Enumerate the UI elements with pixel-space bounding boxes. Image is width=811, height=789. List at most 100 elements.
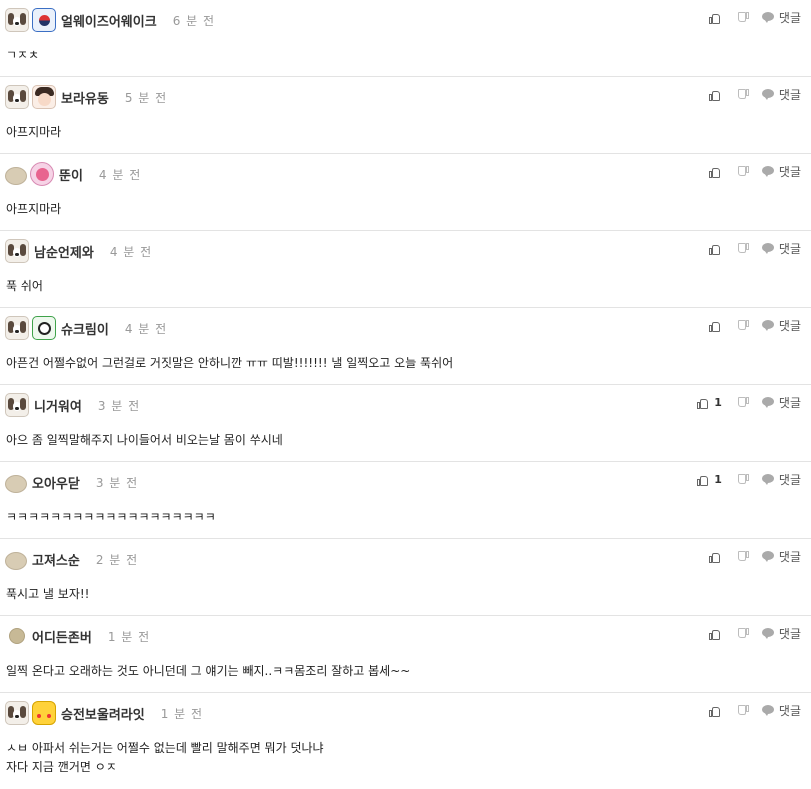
thumbs-down-icon[interactable] xyxy=(736,11,750,25)
nickname[interactable]: 보라유동 xyxy=(61,88,109,107)
comment-item: 오아우닫 3 분 전 ㅋㅋㅋㅋㅋㅋㅋㅋㅋㅋㅋㅋㅋㅋㅋㅋㅋㅋㅋ 1 댓글 xyxy=(0,462,811,539)
comment-actions: 댓글 xyxy=(708,548,801,565)
timestamp: 1 분 전 xyxy=(107,629,151,644)
level-badge xyxy=(5,8,29,32)
timestamp: 4 분 전 xyxy=(124,321,168,336)
reply-button[interactable]: 댓글 xyxy=(779,702,801,719)
thumbs-up-icon[interactable] xyxy=(696,473,710,487)
comment-text: 아픈건 어쩔수없어 그런걸로 거짓말은 안하니깐 ㅠㅠ 띠발!!!!!!! 낼 … xyxy=(6,356,454,370)
timestamp: 3 분 전 xyxy=(97,398,141,413)
level-badge xyxy=(5,85,29,109)
thumbs-up-icon[interactable] xyxy=(696,396,710,410)
comment-header: 남순언제와 4 분 전 xyxy=(5,238,152,264)
comment-item: 니거워여 3 분 전 아으 좀 일찍말해주지 나이들어서 비오는날 몸이 쑤시네… xyxy=(0,385,811,462)
comment-header: 어디든존버 1 분 전 xyxy=(5,623,150,649)
comment-actions: 댓글 xyxy=(708,86,801,103)
level-badge xyxy=(5,316,29,340)
comment-text: ㄱㅈㅊ xyxy=(6,48,40,62)
reply-button[interactable]: 댓글 xyxy=(779,317,801,334)
timestamp: 3 분 전 xyxy=(95,475,139,490)
comment-text: 아프지마라 xyxy=(6,125,62,139)
comment-actions: 댓글 xyxy=(708,702,801,719)
speech-bubble-icon[interactable] xyxy=(761,551,775,562)
thumbs-up-icon[interactable] xyxy=(708,11,722,25)
thumbs-down-icon[interactable] xyxy=(736,88,750,102)
nickname[interactable]: 남순언제와 xyxy=(34,242,94,261)
avatar xyxy=(32,8,56,32)
thumbs-down-icon[interactable] xyxy=(736,473,750,487)
comment-actions: 댓글 xyxy=(708,163,801,180)
reply-button[interactable]: 댓글 xyxy=(779,86,801,103)
timestamp: 1 분 전 xyxy=(160,706,204,721)
reply-button[interactable]: 댓글 xyxy=(779,9,801,26)
reply-button[interactable]: 댓글 xyxy=(779,394,801,411)
comment-item: 보라유동 5 분 전 아프지마라 댓글 xyxy=(0,77,811,154)
thumbs-up-icon[interactable] xyxy=(708,88,722,102)
nickname[interactable]: 슈크림이 xyxy=(61,319,109,338)
speech-bubble-icon[interactable] xyxy=(761,12,775,23)
avatar xyxy=(32,701,56,725)
comment-item: 뚠이 4 분 전 아프지마라 댓글 xyxy=(0,154,811,231)
reply-button[interactable]: 댓글 xyxy=(779,625,801,642)
comment-header: 보라유동 5 분 전 xyxy=(5,84,167,110)
thumbs-up-icon[interactable] xyxy=(708,627,722,641)
comment-text: 푹 쉬어 xyxy=(6,279,43,293)
thumbs-down-icon[interactable] xyxy=(736,704,750,718)
speech-bubble-icon[interactable] xyxy=(761,243,775,254)
speech-bubble-icon[interactable] xyxy=(761,628,775,639)
reply-button[interactable]: 댓글 xyxy=(779,548,801,565)
nickname[interactable]: 고져스순 xyxy=(32,550,80,569)
comment-text: 푹시고 낼 보자!! xyxy=(6,587,90,601)
comment-text: 아프지마라 xyxy=(6,202,62,216)
speech-bubble-icon[interactable] xyxy=(761,474,775,485)
comment-header: 뚠이 4 분 전 xyxy=(5,161,141,187)
comment-header: 얼웨이즈어웨이크 6 분 전 xyxy=(5,7,215,33)
like-count: 1 xyxy=(714,396,722,409)
timestamp: 4 분 전 xyxy=(109,244,153,259)
thumbs-down-icon[interactable] xyxy=(736,627,750,641)
nickname[interactable]: 뚠이 xyxy=(59,165,83,184)
nickname[interactable]: 니거워여 xyxy=(34,396,82,415)
nickname[interactable]: 오아우닫 xyxy=(32,473,80,492)
comment-item: 승전보울려라잇 1 분 전 ㅅㅂ 아파서 쉬는거는 어쩔수 없는데 빨리 말해주… xyxy=(0,693,811,783)
avatar xyxy=(32,316,56,340)
comment-item: 슈크림이 4 분 전 아픈건 어쩔수없어 그런걸로 거짓말은 안하니깐 ㅠㅠ 띠… xyxy=(0,308,811,385)
nickname[interactable]: 승전보울려라잇 xyxy=(61,704,145,723)
level-badge xyxy=(9,628,25,644)
nickname[interactable]: 얼웨이즈어웨이크 xyxy=(61,11,157,30)
comment-text: ㅋㅋㅋㅋㅋㅋㅋㅋㅋㅋㅋㅋㅋㅋㅋㅋㅋㅋㅋ xyxy=(6,510,216,524)
comment-actions: 댓글 xyxy=(708,317,801,334)
comment-list: 얼웨이즈어웨이크 6 분 전 ㄱㅈㅊ 댓글 보라유동 5 분 전 아프지마라 댓… xyxy=(0,0,811,783)
comment-header: 오아우닫 3 분 전 xyxy=(5,469,138,495)
thumbs-down-icon[interactable] xyxy=(736,319,750,333)
speech-bubble-icon[interactable] xyxy=(761,705,775,716)
comment-actions: 댓글 xyxy=(708,240,801,257)
speech-bubble-icon[interactable] xyxy=(761,166,775,177)
speech-bubble-icon[interactable] xyxy=(761,320,775,331)
speech-bubble-icon[interactable] xyxy=(761,397,775,408)
nickname[interactable]: 어디든존버 xyxy=(32,627,92,646)
reply-button[interactable]: 댓글 xyxy=(779,163,801,180)
comment-text: 아으 좀 일찍말해주지 나이들어서 비오는날 몸이 쑤시네 xyxy=(6,433,283,447)
thumbs-up-icon[interactable] xyxy=(708,242,722,256)
like-count: 1 xyxy=(714,473,722,486)
thumbs-down-icon[interactable] xyxy=(736,165,750,179)
comment-header: 고져스순 2 분 전 xyxy=(5,546,138,572)
reply-button[interactable]: 댓글 xyxy=(779,471,801,488)
thumbs-up-icon[interactable] xyxy=(708,165,722,179)
thumbs-down-icon[interactable] xyxy=(736,396,750,410)
comment-item: 얼웨이즈어웨이크 6 분 전 ㄱㅈㅊ 댓글 xyxy=(0,0,811,77)
thumbs-down-icon[interactable] xyxy=(736,550,750,564)
thumbs-up-icon[interactable] xyxy=(708,550,722,564)
speech-bubble-icon[interactable] xyxy=(761,89,775,100)
comment-header: 슈크림이 4 분 전 xyxy=(5,315,167,341)
thumbs-up-icon[interactable] xyxy=(708,319,722,333)
reply-button[interactable]: 댓글 xyxy=(779,240,801,257)
comment-item: 어디든존버 1 분 전 일찍 온다고 오래하는 것도 아니던데 그 얘기는 빼지… xyxy=(0,616,811,693)
comment-actions: 댓글 xyxy=(708,9,801,26)
comment-actions: 댓글 xyxy=(708,625,801,642)
thumbs-up-icon[interactable] xyxy=(708,704,722,718)
comment-item: 남순언제와 4 분 전 푹 쉬어 댓글 xyxy=(0,231,811,308)
thumbs-down-icon[interactable] xyxy=(736,242,750,256)
comment-text: ㅅㅂ 아파서 쉬는거는 어쩔수 없는데 빨리 말해주면 뭐가 덧나냐 자다 지금… xyxy=(6,741,324,774)
